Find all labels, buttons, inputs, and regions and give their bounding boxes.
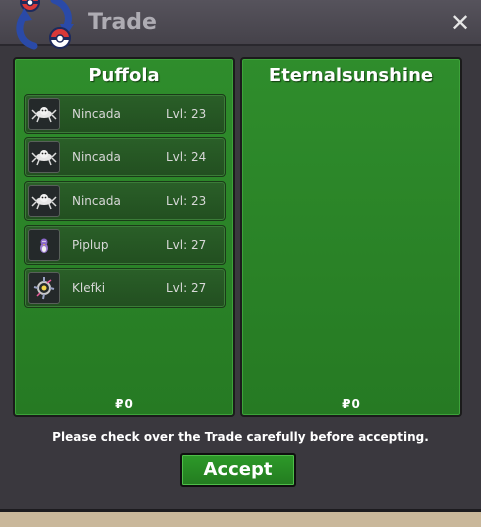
trade-panel-left: Puffola Nincada Lvl: 23 Nincada Lvl: 24 … — [13, 57, 235, 417]
money-offer-right: ₽0 — [242, 397, 460, 411]
nincada-sprite-icon — [28, 98, 60, 130]
trade-slot[interactable]: Nincada Lvl: 23 — [24, 94, 226, 134]
pokemon-level: Lvl: 23 — [166, 194, 207, 208]
pokemon-name: Klefki — [72, 281, 106, 295]
pokemon-name: Piplup — [72, 238, 109, 252]
trade-panel-right: Eternalsunshine ₽0 — [240, 57, 462, 417]
pokemon-level: Lvl: 23 — [166, 107, 207, 121]
trade-notice: Please check over the Trade carefully be… — [52, 430, 429, 444]
klefki-sprite-icon — [28, 272, 60, 304]
pokedollar-icon: ₽ — [115, 397, 124, 411]
accept-button[interactable]: Accept — [180, 453, 296, 487]
piplup-sprite-icon — [28, 229, 60, 261]
trade-slot[interactable]: Nincada Lvl: 24 — [24, 137, 226, 177]
trade-window: Trade ✕ Puffola Nincada Lvl: 23 Nincada … — [0, 0, 481, 512]
background-strip — [0, 512, 481, 527]
pokemon-level: Lvl: 27 — [166, 238, 207, 252]
pokemon-level: Lvl: 27 — [166, 281, 207, 295]
nincada-sprite-icon — [28, 141, 60, 173]
pokemon-level: Lvl: 24 — [166, 150, 207, 164]
pokedollar-icon: ₽ — [342, 397, 351, 411]
window-title: Trade — [88, 10, 157, 35]
money-amount-right: 0 — [351, 397, 360, 411]
trader-name-right: Eternalsunshine — [268, 65, 434, 86]
trade-slot[interactable]: Piplup Lvl: 27 — [24, 225, 226, 265]
pokemon-trade-logo-icon — [16, 0, 74, 50]
pokemon-name: Nincada — [72, 194, 121, 208]
close-icon[interactable]: ✕ — [448, 11, 472, 35]
money-offer-left: ₽0 — [15, 397, 233, 411]
nincada-sprite-icon — [28, 185, 60, 217]
trader-name-left: Puffola — [88, 65, 160, 86]
title-bar[interactable]: Trade ✕ — [0, 0, 481, 50]
trade-slot[interactable]: Klefki Lvl: 27 — [24, 268, 226, 308]
pokemon-name: Nincada — [72, 150, 121, 164]
trade-slot[interactable]: Nincada Lvl: 23 — [24, 181, 226, 221]
money-amount-left: 0 — [124, 397, 133, 411]
pokemon-name: Nincada — [72, 107, 121, 121]
